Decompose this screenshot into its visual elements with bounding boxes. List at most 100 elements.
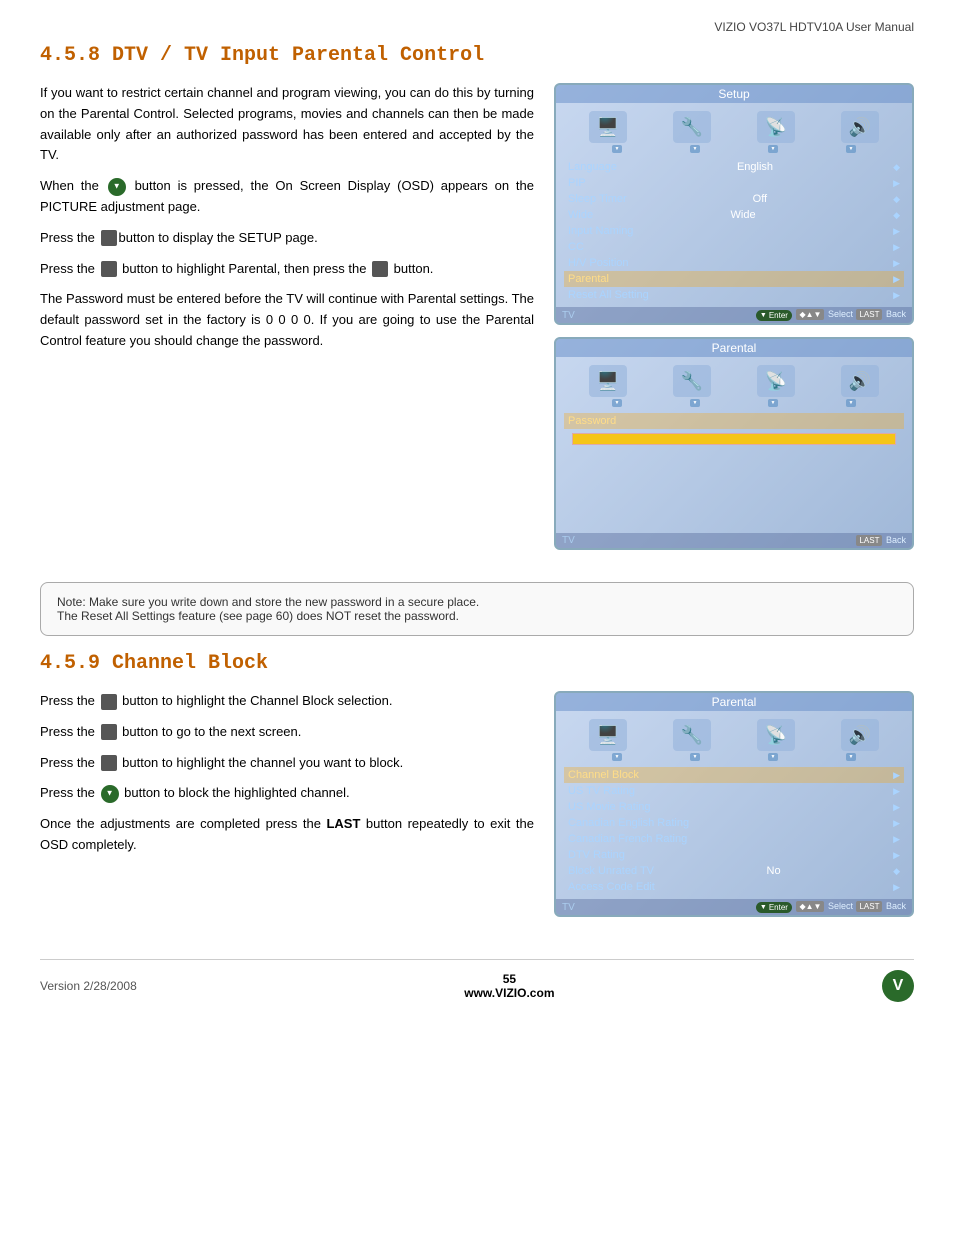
last-badge: LAST [856, 309, 882, 320]
cb-row-can-fr: Canadian French Rating ▶ [564, 831, 904, 847]
cb-select-badge: ◆▲▼ [796, 901, 824, 912]
footer-center: 55 www.VIZIO.com [464, 972, 554, 1000]
section2-text: Press the button to highlight the Channe… [40, 691, 534, 929]
setup-bottom-bar: TV Enter ◆▲▼ Select LAST Back [556, 307, 912, 323]
cbdot-1 [612, 753, 622, 761]
setup-row-hv: H/V Position ▶ [564, 255, 904, 271]
cb-dtv-arrow: ▶ [893, 850, 900, 861]
wide-label: Wide [568, 209, 593, 221]
setup-row-sleep: Sleep Timer Off ◆ [564, 191, 904, 207]
cb-icon-2: 🔧 [673, 719, 711, 751]
channel-block-screen: Parental 🖥️ 🔧 📡 🔊 Channel Block ▶ US [554, 691, 914, 917]
hv-label: H/V Position [568, 257, 629, 269]
wide-arrow: ◆ [893, 210, 900, 221]
setup-row-language: Language English ◆ [564, 159, 904, 175]
input-naming-label: Input Naming [568, 225, 633, 237]
cb-row-can-eng: Canadian English Rating ▶ [564, 815, 904, 831]
cb-row-us-tv: US TV Rating ▶ [564, 783, 904, 799]
parental-icon-2: 🔧 [673, 365, 711, 397]
cb-row-dtv: DTV Rating ▶ [564, 847, 904, 863]
note-text: Note: Make sure you write down and store… [57, 595, 479, 623]
setup-row-cc: CC ▶ [564, 239, 904, 255]
s2-btn-icon-3 [101, 755, 117, 771]
cb-row-block-unrated: Block Unrated TV No ◆ [564, 863, 904, 879]
section1-text: If you want to restrict certain channel … [40, 83, 534, 562]
parental-spacer [564, 449, 904, 529]
setup-controls: Enter ◆▲▼ Select LAST Back [755, 309, 906, 321]
setup-icon-4: 🔊 [841, 111, 879, 143]
cc-arrow: ▶ [893, 242, 900, 253]
parental-icons-row: 🖥️ 🔧 📡 🔊 [556, 357, 912, 399]
setup-row-parental: Parental ▶ [564, 271, 904, 287]
cb-menu: Channel Block ▶ US TV Rating ▶ US Movie … [556, 767, 912, 899]
cb-access-code-label: Access Code Edit [568, 881, 655, 893]
cb-row-channel-block: Channel Block ▶ [564, 767, 904, 783]
parental-dots-row [556, 399, 912, 413]
setup-icon-1: 🖥️ [589, 111, 627, 143]
btn-icon-2 [101, 261, 117, 277]
setup-screen-title: Setup [556, 85, 912, 103]
cbdot-4 [846, 753, 856, 761]
para-1: If you want to restrict certain channel … [40, 83, 534, 166]
cbdot-3 [768, 753, 778, 761]
password-label: Password [568, 415, 616, 427]
sleep-arrow: ◆ [893, 194, 900, 205]
parental-bottom-tv: TV [562, 535, 575, 546]
pdot-4 [846, 399, 856, 407]
cb-enter-badge: Enter [756, 902, 792, 913]
enter-badge: Enter [756, 310, 792, 321]
cb-block-unrated-label: Block Unrated TV [568, 865, 654, 877]
section1-container: If you want to restrict certain channel … [40, 83, 914, 562]
cb-row-us-movie: US Movie Rating ▶ [564, 799, 904, 815]
pip-arrow: ▶ [893, 178, 900, 189]
dot-2 [690, 145, 700, 153]
cb-dots-row [556, 753, 912, 767]
password-field [572, 433, 896, 445]
parental-icon-4: 🔊 [841, 365, 879, 397]
footer-website: www.VIZIO.com [464, 986, 554, 1000]
cbdot-2 [690, 753, 700, 761]
s2-para-1: Press the button to highlight the Channe… [40, 691, 534, 712]
section2-container: Press the button to highlight the Channe… [40, 691, 914, 929]
parental-screen: Parental 🖥️ 🔧 📡 🔊 Password [554, 337, 914, 550]
setup-row-input-naming: Input Naming ▶ [564, 223, 904, 239]
cb-last-badge: LAST [856, 901, 882, 912]
pdot-3 [768, 399, 778, 407]
setup-icon-2: 🔧 [673, 111, 711, 143]
setup-row-reset: Reset All Setting ▶ [564, 287, 904, 303]
btn-icon-3 [372, 261, 388, 277]
cb-icon-4: 🔊 [841, 719, 879, 751]
s2-btn-icon-2 [101, 724, 117, 740]
s2-v-icon [101, 785, 119, 803]
section1-screens: Setup 🖥️ 🔧 📡 🔊 Language English ◆ [554, 83, 914, 562]
cb-dtv-label: DTV Rating [568, 849, 625, 861]
cb-us-movie-label: US Movie Rating [568, 801, 651, 813]
cb-icons-row: 🖥️ 🔧 📡 🔊 [556, 711, 912, 753]
sleep-label: Sleep Timer [568, 193, 627, 205]
cb-bottom-bar: TV Enter ◆▲▼ Select LAST Back [556, 899, 912, 915]
cb-bottom-tv: TV [562, 902, 575, 913]
cb-row-access-code: Access Code Edit ▶ [564, 879, 904, 895]
dot-3 [768, 145, 778, 153]
cb-us-movie-arrow: ▶ [893, 802, 900, 813]
sleep-value: Off [753, 193, 767, 205]
cb-can-eng-arrow: ▶ [893, 818, 900, 829]
reset-arrow: ▶ [893, 290, 900, 301]
setup-icons-row: 🖥️ 🔧 📡 🔊 [556, 103, 912, 145]
setup-icon-3: 📡 [757, 111, 795, 143]
note-box: Note: Make sure you write down and store… [40, 582, 914, 636]
footer-page: 55 [464, 972, 554, 986]
btn-icon-1 [101, 230, 117, 246]
parental-row-password: Password [564, 413, 904, 429]
setup-menu: Language English ◆ PIP ▶ Sleep Timer Off… [556, 159, 912, 307]
hv-arrow: ▶ [893, 258, 900, 269]
wide-value: Wide [731, 209, 756, 221]
pdot-2 [690, 399, 700, 407]
setup-screen: Setup 🖥️ 🔧 📡 🔊 Language English ◆ [554, 83, 914, 325]
language-arrow: ◆ [893, 162, 900, 173]
para-3: Press the button to display the SETUP pa… [40, 228, 534, 249]
parental-icon-1: 🖥️ [589, 365, 627, 397]
cb-controls: Enter ◆▲▼ Select LAST Back [755, 901, 906, 913]
setup-bottom-tv: TV [562, 310, 575, 321]
select-badge: ◆▲▼ [796, 309, 824, 320]
